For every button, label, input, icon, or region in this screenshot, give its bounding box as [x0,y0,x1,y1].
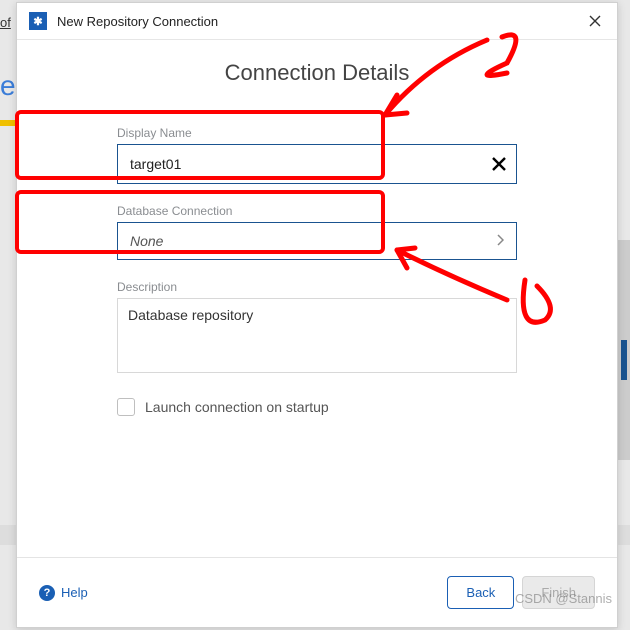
help-icon: ? [39,585,55,601]
database-connection-label: Database Connection [117,204,517,218]
launch-startup-label: Launch connection on startup [145,399,329,415]
database-connection-group: Database Connection None [117,204,517,260]
launch-startup-row: Launch connection on startup [117,398,517,416]
database-connection-value: None [130,233,496,249]
launch-startup-checkbox[interactable] [117,398,135,416]
page-heading: Connection Details [117,60,517,86]
dialog-titlebar: ✱ New Repository Connection [17,3,617,40]
background-accent [0,120,15,126]
dialog-body: Connection Details Display Name Database… [17,40,617,557]
description-group: Description [117,280,517,378]
display-name-group: Display Name [117,126,517,184]
background-letter: e [0,70,16,102]
help-text: Help [61,585,88,600]
dialog-title: New Repository Connection [57,14,585,29]
background-strip [618,240,630,460]
back-button[interactable]: Back [447,576,514,609]
app-icon: ✱ [29,12,47,30]
dialog-footer: ? Help Back Finish [17,557,617,627]
chevron-right-icon [496,233,504,249]
display-name-input[interactable] [118,145,482,183]
display-name-label: Display Name [117,126,517,140]
close-icon[interactable] [585,11,605,31]
background-text: of [0,15,11,30]
clear-input-icon[interactable] [482,145,516,183]
finish-button: Finish [522,576,595,609]
description-textarea[interactable] [117,298,517,373]
new-repository-dialog: ✱ New Repository Connection Connection D… [16,2,618,628]
display-name-input-wrap [117,144,517,184]
help-link[interactable]: ? Help [39,585,88,601]
description-label: Description [117,280,517,294]
database-connection-combo[interactable]: None [117,222,517,260]
